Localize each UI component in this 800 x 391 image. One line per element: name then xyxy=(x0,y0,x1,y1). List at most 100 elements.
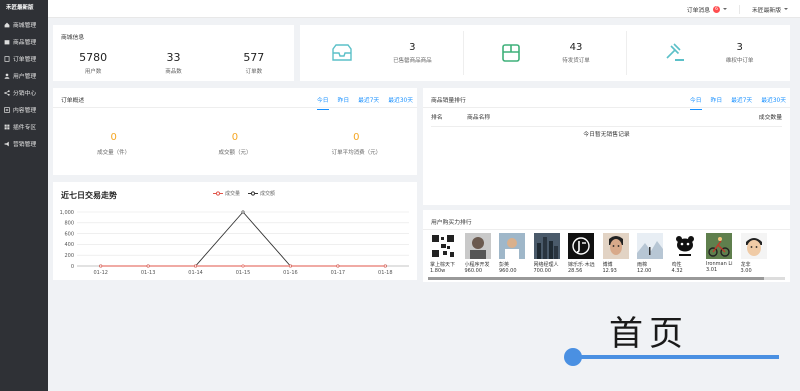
sidebar-item-label: 分销中心 xyxy=(13,91,37,97)
buyer-name: 网络经理人 xyxy=(533,262,559,268)
overview-label: 成交额（元） xyxy=(218,150,252,156)
y-tick-label: 800 xyxy=(64,221,74,227)
data-point xyxy=(146,264,150,268)
stat-orders: 577 订单数 xyxy=(214,51,294,75)
x-tick-label: 01-18 xyxy=(378,270,393,276)
stat-goods: 33 商品数 xyxy=(133,51,213,75)
box-icon xyxy=(4,39,10,45)
card-title: 商城信息 xyxy=(61,35,85,41)
content-icon xyxy=(4,106,10,113)
x-tick-label: 01-17 xyxy=(331,270,346,276)
x-tick-label: 01-15 xyxy=(236,270,251,276)
mall-info-card: 商城信息 5780 用户数 33 商品数 577 订单数 xyxy=(53,25,294,81)
buyer-name: 小程序开发 xyxy=(464,262,490,268)
order-message-label: 订单消息 xyxy=(686,7,710,14)
stat-label: 用户数 xyxy=(84,69,102,75)
sidebar-item-label: 插件专区 xyxy=(13,125,37,131)
buyer-item[interactable]: 嫁乐乐·木远 28.56 xyxy=(566,233,600,274)
buyer-item[interactable]: 彭英 960.00 xyxy=(497,233,531,274)
column-header: 成交数量 xyxy=(758,115,782,121)
avatar xyxy=(602,233,629,259)
sidebar-item-mall[interactable]: 商城管理 xyxy=(0,16,48,33)
buyer-name: 龙非 xyxy=(740,262,751,268)
order-message-link[interactable]: 订单消息 6 xyxy=(687,5,727,14)
sidebar-item-distribution[interactable]: 分销中心 xyxy=(0,84,48,101)
store-switcher[interactable]: 禾匠最新版 xyxy=(752,5,788,14)
overview-value: 0 xyxy=(353,132,360,143)
buyer-amount: 1.80w xyxy=(430,268,446,274)
marketing-icon xyxy=(4,141,10,147)
buyer-item[interactable]: Ironman Li 3.01 xyxy=(704,233,738,274)
divider xyxy=(739,4,740,14)
buyer-amount: 700.00 xyxy=(533,268,552,274)
buyer-item[interactable]: 博博 12.93 xyxy=(601,233,635,274)
divider xyxy=(423,107,790,108)
grid-box-icon xyxy=(500,43,522,63)
sidebar-item-label: 营销管理 xyxy=(13,142,37,148)
data-point xyxy=(336,264,340,268)
overview-value: 0 xyxy=(231,132,239,143)
y-tick-label: 400 xyxy=(64,242,74,248)
todo-label: 待发货订单 xyxy=(562,58,590,64)
buyer-item[interactable]: 龙非 3.00 xyxy=(739,233,773,274)
x-tick-label: 01-12 xyxy=(93,270,108,276)
sidebar-item-orders[interactable]: 订单管理 xyxy=(0,50,48,67)
y-tick-label: 200 xyxy=(64,253,74,259)
todo-label: 已售罄商品商品 xyxy=(393,58,432,64)
order-icon xyxy=(4,55,10,62)
data-point xyxy=(194,264,198,268)
buyer-amount: 4.32 xyxy=(671,268,683,274)
sidebar-item-label: 订单管理 xyxy=(13,57,37,63)
watermark-bar xyxy=(573,355,779,359)
todo-dispute[interactable]: 3 维权中订单 xyxy=(627,31,790,75)
stat-value: 5780 xyxy=(79,51,108,64)
y-tick-label: 1,000 xyxy=(60,210,74,216)
buyer-amount: 28.56 xyxy=(568,268,583,274)
avatar xyxy=(671,233,698,259)
buyer-amount: 3.00 xyxy=(740,268,752,274)
sidebar-item-goods[interactable]: 商品管理 xyxy=(0,33,48,50)
todo-to-ship[interactable]: 43 待发货订单 xyxy=(464,31,628,75)
page-watermark-title: 首页 xyxy=(609,314,689,354)
order-overview-card: 订单概述 今日 昨日 最近7天 最近30天 0 成交量（件） 0 成交额（元） … xyxy=(53,88,417,175)
table-header: 排名 商品名称 成交数量 xyxy=(431,112,782,127)
buyer-amount: 960.00 xyxy=(499,268,517,274)
sales-rank-card: 商品销量排行 今日 昨日 最近7天 最近30天 排名 商品名称 成交数量 今日暂… xyxy=(423,88,790,205)
store-name: 禾匠最新版 xyxy=(752,7,781,14)
sidebar-item-plugins[interactable]: 插件专区 xyxy=(0,118,48,135)
avatar xyxy=(740,233,767,259)
stat-value: 577 xyxy=(243,51,265,64)
buyer-item[interactable]: 网络经理人 700.00 xyxy=(532,233,566,274)
buyer-item[interactable]: 雨棉 12.00 xyxy=(635,233,669,274)
sidebar-item-content[interactable]: 内容管理 xyxy=(0,101,48,118)
top-bar: 订单消息 6 禾匠最新版 xyxy=(48,0,800,18)
sidebar-item-label: 内容管理 xyxy=(13,108,37,114)
stat-label: 订单数 xyxy=(245,69,263,75)
overview-amount: 0 成交额（元） xyxy=(174,132,295,156)
scrollbar-thumb[interactable] xyxy=(428,277,764,280)
avatar xyxy=(533,233,560,259)
chevron-down-icon xyxy=(723,8,727,10)
buyer-item[interactable]: 掌上棕天下 1.80w xyxy=(428,233,462,274)
sidebar-item-marketing[interactable]: 营销管理 xyxy=(0,135,48,152)
buyer-name: 嫁乐乐·木远 xyxy=(568,262,595,268)
horizontal-scrollbar[interactable] xyxy=(428,277,785,280)
sidebar-logo[interactable]: 禾匠最新版 xyxy=(0,0,48,16)
empty-state: 今日暂无销售记录 xyxy=(583,132,630,138)
todo-label: 维权中订单 xyxy=(725,58,754,64)
x-tick-label: 01-13 xyxy=(141,270,156,276)
avatar xyxy=(430,233,456,259)
sidebar-item-label: 用户管理 xyxy=(13,74,37,80)
trend-chart: 0 200 400 600 800 1,000 01-12 01-13 01-14 01-15 01… xyxy=(60,210,409,276)
series-line xyxy=(100,211,386,267)
stat-value: 33 xyxy=(166,51,181,64)
todo-value: 3 xyxy=(409,42,416,53)
buyer-item[interactable]: 小程序开发 960.00 xyxy=(463,233,497,274)
buyer-item[interactable]: 鸡性 4.32 xyxy=(670,233,704,274)
sidebar-item-users[interactable]: 用户管理 xyxy=(0,67,48,84)
buyer-name: 雨棉 xyxy=(637,262,648,268)
avatar xyxy=(568,233,594,259)
todo-sold-out[interactable]: 3 已售罄商品商品 xyxy=(300,31,464,75)
y-tick-label: 0 xyxy=(71,264,74,270)
buyer-rank-card: 用户购买力排行 掌上棕天下 1.80w 小程序开发 960.00 彭英 960.00 网络经… xyxy=(423,210,790,282)
